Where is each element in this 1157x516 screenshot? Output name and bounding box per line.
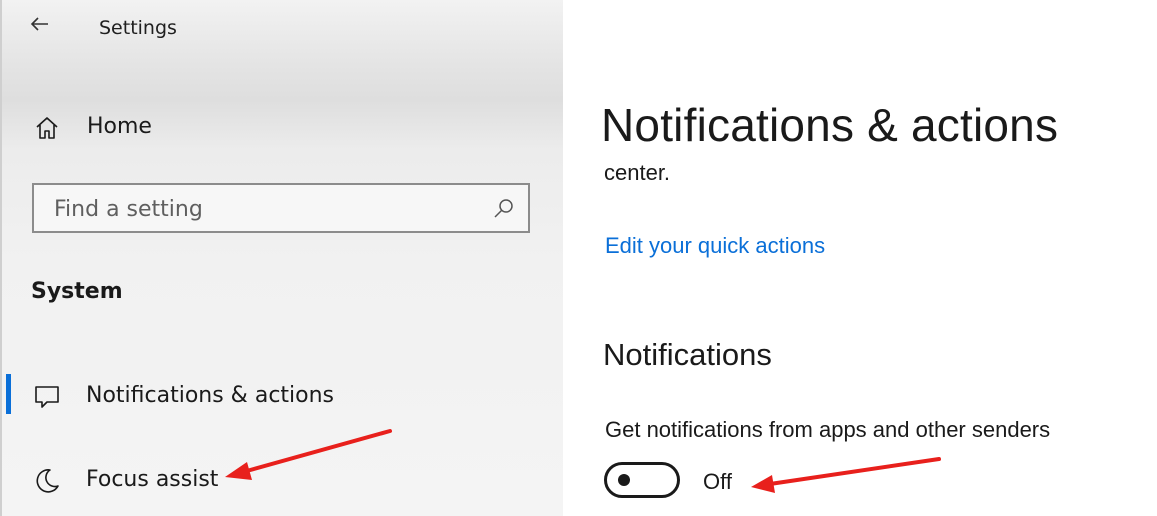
sidebar-item-notifications[interactable]: Notifications & actions xyxy=(0,375,563,419)
search-icon[interactable] xyxy=(492,197,516,221)
get-notifications-label: Get notifications from apps and other se… xyxy=(605,417,1051,442)
sidebar-item-label: Focus assist xyxy=(86,467,219,492)
search-input[interactable] xyxy=(52,193,476,225)
get-notifications-toggle[interactable] xyxy=(604,462,680,498)
toggle-knob xyxy=(618,474,630,486)
main-content: Notifications & actions center. Edit you… xyxy=(563,0,1157,516)
back-button[interactable] xyxy=(26,10,54,38)
sidebar-item-label: Home xyxy=(87,114,152,139)
sidebar-item-focus-assist[interactable]: Focus assist xyxy=(0,459,563,503)
window-edge xyxy=(0,0,2,516)
home-icon xyxy=(32,113,62,143)
message-icon xyxy=(32,382,62,412)
app-title: Settings xyxy=(99,17,177,39)
back-arrow-icon xyxy=(30,17,48,31)
description-text: center. xyxy=(604,160,671,185)
section-title: System xyxy=(31,279,123,304)
toggle-state-label: Off xyxy=(703,469,732,494)
notifications-header: Notifications xyxy=(603,337,772,372)
moon-icon xyxy=(32,466,62,496)
search-box[interactable] xyxy=(32,183,530,233)
sidebar-item-home[interactable]: Home xyxy=(0,106,563,150)
edit-quick-actions-link[interactable]: Edit your quick actions xyxy=(605,233,825,259)
page-title: Notifications & actions xyxy=(601,99,1059,151)
sidebar-item-label: Notifications & actions xyxy=(86,383,335,408)
sidebar: Settings Home System Notifications & act… xyxy=(0,0,563,516)
